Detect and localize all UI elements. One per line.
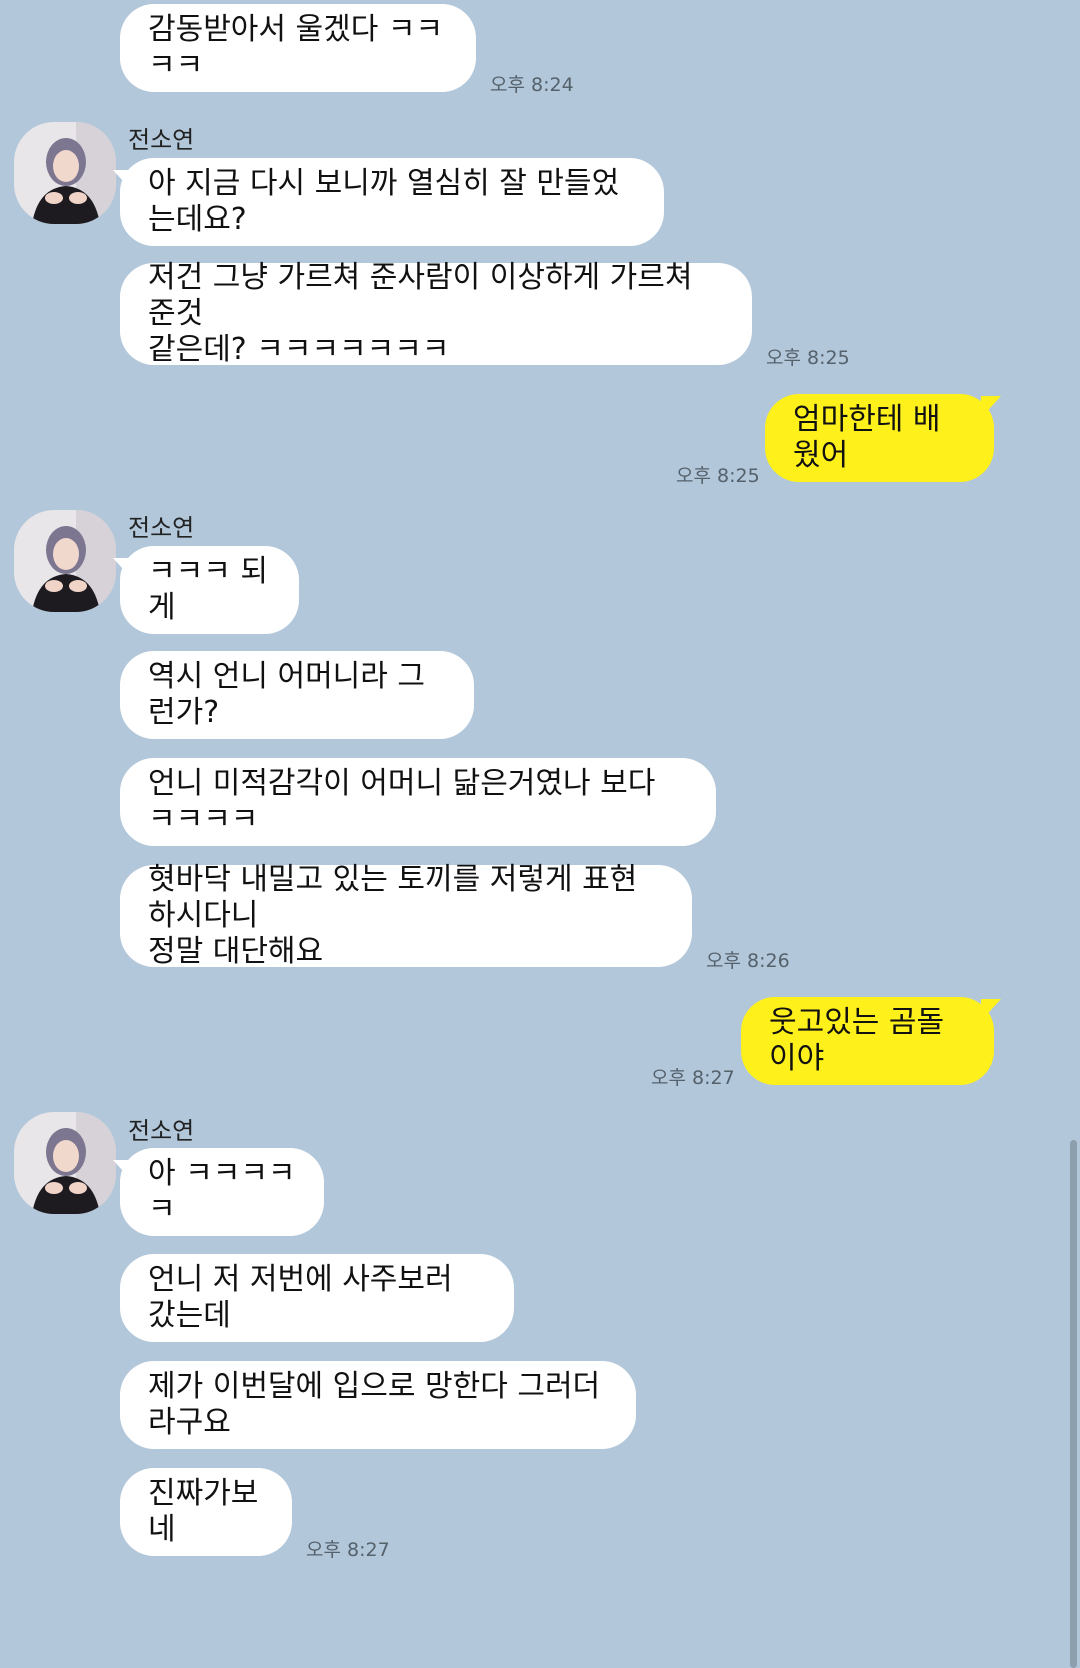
message-bubble-received[interactable]: 아 ㅋㅋㅋㅋㅋ [120, 1148, 324, 1236]
scrollbar[interactable] [1070, 1140, 1077, 1668]
message-timestamp: 오후 8:27 [306, 1539, 390, 1561]
message-bubble-received[interactable]: 언니 미적감각이 어머니 닮은거였나 보다 ㅋㅋㅋㅋ [120, 758, 716, 846]
message-bubble-received[interactable]: 혓바닥 내밀고 있는 토끼를 저렇게 표현하시다니 정말 대단해요 [120, 862, 692, 969]
contact-avatar[interactable] [14, 510, 116, 612]
message-bubble-received[interactable]: 제가 이번달에 입으로 망한다 그러더라구요 [120, 1361, 636, 1449]
message-bubble-received[interactable]: 언니 저 저번에 사주보러 갔는데 [120, 1254, 514, 1342]
message-bubble-sent[interactable]: 엄마한테 배웠어 [765, 394, 994, 482]
message-bubble-received[interactable]: 감동받아서 울겠다 ㅋㅋㅋㅋ [120, 4, 476, 92]
message-bubble-received[interactable]: 진짜가보네 [120, 1468, 292, 1556]
sender-name: 전소연 [128, 126, 195, 154]
message-bubble-received[interactable]: 저건 그냥 가르쳐 준사람이 이상하게 가르쳐 준것 같은데? ㅋㅋㅋㅋㅋㅋㅋ [120, 260, 752, 367]
message-bubble-received[interactable]: ㅋㅋㅋ 되게 [120, 546, 299, 634]
message-bubble-received[interactable]: 아 지금 다시 보니까 열심히 잘 만들었는데요? [120, 158, 664, 246]
message-timestamp: 오후 8:25 [676, 465, 760, 487]
contact-avatar[interactable] [14, 1112, 116, 1214]
message-bubble-sent[interactable]: 웃고있는 곰돌이야 [741, 997, 994, 1085]
sender-name: 전소연 [128, 1117, 195, 1145]
message-timestamp: 오후 8:25 [766, 347, 850, 369]
message-timestamp: 오후 8:26 [706, 950, 790, 972]
message-bubble-received[interactable]: 역시 언니 어머니라 그런가? [120, 651, 474, 739]
message-timestamp: 오후 8:27 [651, 1067, 735, 1089]
sender-name: 전소연 [128, 514, 195, 542]
message-timestamp: 오후 8:24 [490, 74, 574, 96]
contact-avatar[interactable] [14, 122, 116, 224]
